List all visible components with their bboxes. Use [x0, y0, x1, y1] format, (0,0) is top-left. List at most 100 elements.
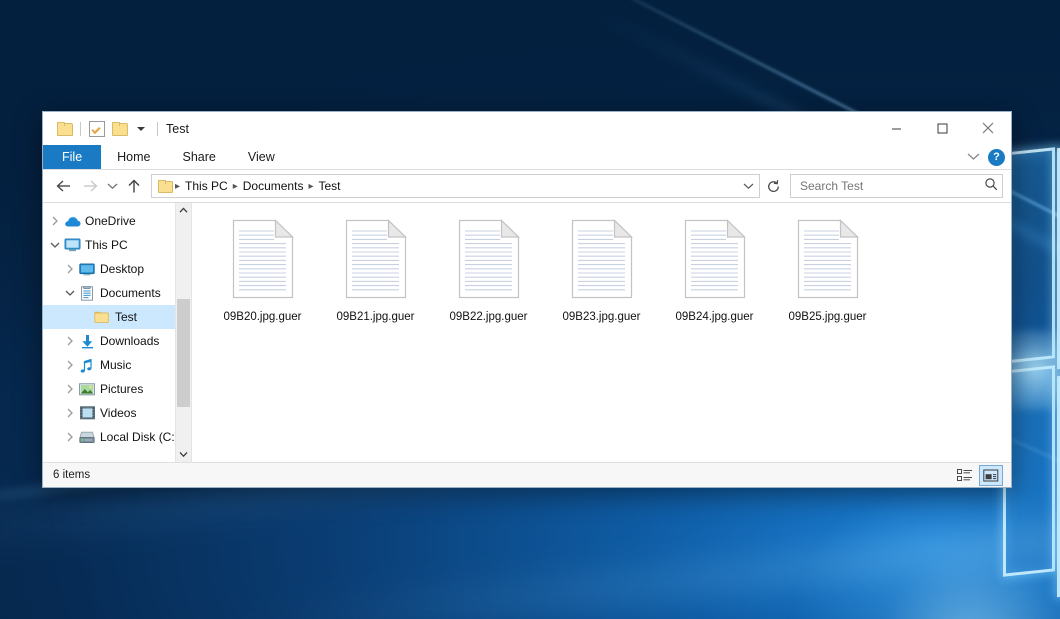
sidebar-item-label: This PC	[85, 238, 128, 252]
ribbon-tab-bar: File Home Share View ?	[43, 145, 1011, 170]
chevron-right-icon[interactable]	[62, 384, 78, 394]
chevron-right-icon[interactable]	[62, 264, 78, 274]
window-title: Test	[166, 122, 189, 136]
nav-icon-wrap	[63, 238, 81, 252]
back-button[interactable]	[51, 173, 77, 199]
properties-icon[interactable]	[86, 118, 108, 140]
quick-access-toolbar: Test	[43, 112, 189, 145]
tab-view[interactable]: View	[232, 145, 291, 169]
generic-document-icon	[232, 219, 294, 299]
sidebar-item-videos[interactable]: Videos	[43, 401, 175, 425]
chevron-right-icon[interactable]	[62, 408, 78, 418]
status-bar: 6 items	[43, 462, 1011, 487]
navigation-pane: OneDrive This PC Desktop Documents Test Downl…	[43, 203, 191, 462]
refresh-button[interactable]	[762, 175, 784, 197]
file-name-label: 09B21.jpg.guer	[336, 310, 414, 324]
sidebar-item-label: Desktop	[100, 262, 144, 276]
chevron-right-icon[interactable]	[47, 216, 63, 226]
breadcrumb-test[interactable]: Test	[314, 179, 344, 193]
nav-icon-wrap	[78, 286, 96, 301]
chevron-right-icon[interactable]	[62, 432, 78, 442]
item-count-label: 6 items	[53, 469, 90, 481]
address-dropdown-icon[interactable]	[739, 176, 757, 196]
file-item[interactable]: 09B24.jpg.guer	[658, 215, 771, 324]
chevron-right-icon[interactable]	[62, 336, 78, 346]
search-input[interactable]	[798, 178, 984, 194]
file-name-label: 09B20.jpg.guer	[223, 310, 301, 324]
up-button[interactable]	[121, 173, 147, 199]
chevron-down-icon[interactable]	[47, 241, 63, 249]
sidebar-item-desktop[interactable]: Desktop	[43, 257, 175, 281]
sidebar-item-label: OneDrive	[85, 214, 136, 228]
chevron-down-icon[interactable]	[130, 118, 152, 140]
file-item[interactable]: 09B22.jpg.guer	[432, 215, 545, 324]
generic-document-icon	[571, 219, 633, 299]
scroll-down-arrow[interactable]	[176, 447, 191, 462]
new-folder-icon[interactable]	[108, 118, 130, 140]
large-icons-view-button[interactable]	[979, 465, 1003, 486]
sidebar-item-this-pc[interactable]: This PC	[43, 233, 175, 257]
nav-icon-wrap	[63, 215, 81, 228]
sidebar-item-label: Downloads	[100, 334, 159, 348]
view-buttons	[954, 463, 1003, 487]
close-button[interactable]	[965, 112, 1011, 144]
sidebar-item-label: Pictures	[100, 382, 143, 396]
sidebar-item-music[interactable]: Music	[43, 353, 175, 377]
explorer-body: OneDrive This PC Desktop Documents Test Downl…	[43, 202, 1011, 462]
sidebar-item-onedrive[interactable]: OneDrive	[43, 209, 175, 233]
file-explorer-window: Test File Home Share View ?	[42, 111, 1012, 488]
toolbar-divider	[157, 122, 158, 136]
generic-document-icon	[458, 219, 520, 299]
scrollbar-thumb[interactable]	[177, 299, 190, 407]
nav-icon-wrap	[78, 383, 96, 396]
documents-icon	[80, 286, 94, 301]
tab-share[interactable]: Share	[167, 145, 232, 169]
folder-icon	[158, 180, 172, 192]
tab-home[interactable]: Home	[101, 145, 166, 169]
forward-button[interactable]	[77, 173, 103, 199]
search-box[interactable]	[790, 174, 1003, 198]
chevron-right-icon[interactable]	[62, 360, 78, 370]
file-grid: 09B20.jpg.guer 09B21.jpg.guer 09B22.jpg.gu…	[206, 215, 1011, 324]
navigation-tree: OneDrive This PC Desktop Documents Test Downl…	[43, 203, 175, 462]
breadcrumb-separator: ▸	[307, 181, 314, 192]
videos-icon	[80, 406, 95, 420]
disk-icon	[79, 431, 95, 444]
sidebar-item-documents[interactable]: Documents	[43, 281, 175, 305]
sidebar-item-pictures[interactable]: Pictures	[43, 377, 175, 401]
file-name-label: 09B23.jpg.guer	[562, 310, 640, 324]
nav-icon-wrap	[78, 334, 96, 349]
minimize-button[interactable]	[873, 112, 919, 144]
navigation-bar: ▸ This PC ▸ Documents ▸ Test	[43, 170, 1011, 202]
file-item[interactable]: 09B21.jpg.guer	[319, 215, 432, 324]
sidebar-item-local-disk-c[interactable]: Local Disk (C:)	[43, 425, 175, 449]
breadcrumb-this-pc[interactable]: This PC	[181, 179, 232, 193]
file-list-area[interactable]: 09B20.jpg.guer 09B21.jpg.guer 09B22.jpg.gu…	[191, 203, 1011, 462]
generic-document-icon	[797, 219, 859, 299]
scroll-up-arrow[interactable]	[176, 203, 191, 218]
address-bar[interactable]: ▸ This PC ▸ Documents ▸ Test	[151, 174, 760, 198]
tab-file[interactable]: File	[43, 145, 101, 169]
chevron-down-icon[interactable]	[62, 289, 78, 297]
recent-locations-icon[interactable]	[103, 173, 121, 199]
search-icon[interactable]	[984, 177, 998, 196]
folder-icon[interactable]	[53, 118, 75, 140]
details-view-button[interactable]	[954, 466, 976, 485]
file-item[interactable]: 09B23.jpg.guer	[545, 215, 658, 324]
file-item[interactable]: 09B20.jpg.guer	[206, 215, 319, 324]
maximize-button[interactable]	[919, 112, 965, 144]
breadcrumb-documents[interactable]: Documents	[239, 179, 308, 193]
breadcrumb-separator: ▸	[174, 181, 181, 192]
sidebar-item-test[interactable]: Test	[43, 305, 175, 329]
desktop-icon	[79, 263, 95, 276]
music-icon	[80, 358, 94, 373]
generic-document-icon	[345, 219, 407, 299]
chevron-down-icon[interactable]	[967, 148, 980, 166]
sidebar-item-downloads[interactable]: Downloads	[43, 329, 175, 353]
file-item[interactable]: 09B25.jpg.guer	[771, 215, 884, 324]
title-bar: Test	[43, 112, 1011, 145]
sidebar-item-label: Documents	[100, 286, 161, 300]
help-icon[interactable]: ?	[988, 149, 1005, 166]
nav-icon-wrap	[78, 406, 96, 420]
navigation-scrollbar[interactable]	[175, 203, 191, 462]
